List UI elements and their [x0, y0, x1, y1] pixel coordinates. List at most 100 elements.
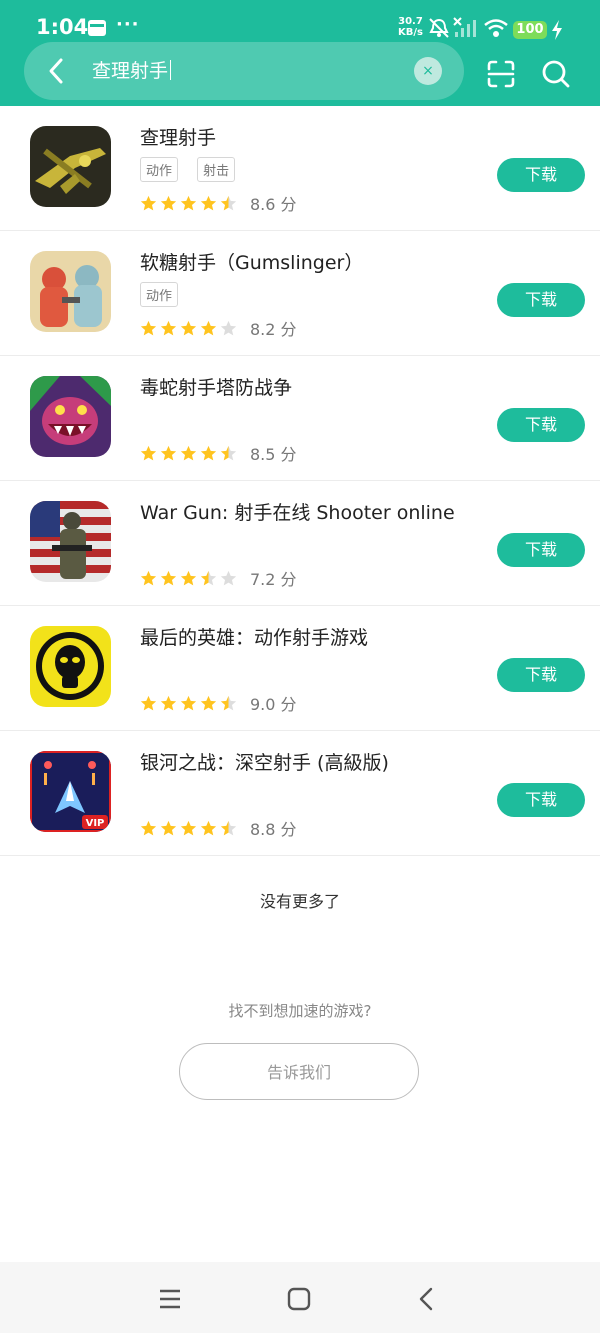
no-more-text: 没有更多了 [259, 892, 340, 911]
star-empty-icon [220, 570, 237, 586]
rating-score: 9.0 分 [250, 695, 297, 714]
search-query-text: 查理射手 [92, 60, 169, 82]
download-button[interactable]: 下载 [497, 283, 585, 317]
star-half-icon [200, 570, 217, 586]
mute-bell-icon [429, 18, 449, 38]
tell-us-button[interactable]: 告诉我们 [179, 1043, 419, 1100]
search-box[interactable] [24, 42, 464, 100]
star-half-icon [220, 195, 237, 211]
star-rating: 8.6 分 [140, 191, 297, 214]
star-full-icon [160, 445, 177, 461]
star-half-icon [220, 445, 237, 461]
tag: 动作 [140, 157, 179, 182]
result-row[interactable]: War Gun: 射手在线 Shooter online 7.2 分 下载 [0, 481, 600, 606]
star-full-icon [140, 820, 157, 836]
rating-score: 7.2 分 [250, 570, 297, 589]
battery-level: 100 [513, 21, 547, 39]
app-icon-last-hero [30, 626, 111, 707]
text-caret [170, 60, 172, 80]
home-icon[interactable] [286, 1286, 312, 1312]
star-full-icon [160, 570, 177, 586]
result-row[interactable]: 毒蛇射手塔防战争 8.5 分 下载 [0, 356, 600, 481]
app-icon-charlie-shooter [30, 126, 111, 207]
download-button[interactable]: 下载 [497, 658, 585, 692]
menu-icon[interactable] [157, 1286, 183, 1312]
star-rating: 8.8 分 [140, 816, 297, 839]
star-full-icon [160, 320, 177, 336]
status-time: 1:04 [36, 15, 89, 39]
star-full-icon [160, 195, 177, 211]
app-icon-viper-shooter [30, 376, 111, 457]
star-rating: 7.2 分 [140, 566, 297, 589]
download-button[interactable]: 下载 [497, 158, 585, 192]
app-name: 查理射手 [140, 127, 217, 149]
app-icon-galaxy-attack: VIP [30, 751, 111, 832]
signal-icon [453, 17, 476, 37]
clear-search-button[interactable]: × [414, 57, 442, 85]
search-icon[interactable] [541, 59, 571, 89]
result-row[interactable]: VIP 银河之战：深空射手 (高級版) 8.8 分 下载 [0, 731, 600, 856]
result-row[interactable]: 软糖射手（Gumslinger） 动作 8.2 分 下载 [0, 231, 600, 356]
star-empty-icon [220, 320, 237, 336]
tag: 射击 [197, 157, 236, 182]
status-bar: 1:04 ··· 30.7 KB/s 100 [0, 0, 600, 48]
speed-unit: KB/s [398, 27, 423, 38]
app-name: 最后的英雄：动作射手游戏 [140, 627, 369, 649]
scan-icon[interactable] [486, 59, 516, 89]
star-full-icon [180, 570, 197, 586]
search-input[interactable]: 查理射手 [92, 58, 172, 84]
star-full-icon [180, 195, 197, 211]
star-full-icon [180, 320, 197, 336]
top-bar: 1:04 ··· 30.7 KB/s 100 查理射手 × [0, 0, 600, 106]
app-icon-war-gun [30, 501, 111, 582]
charging-icon [552, 20, 562, 40]
app-icon-gumslinger [30, 251, 111, 332]
wifi-icon [484, 19, 508, 37]
rating-score: 8.5 分 [250, 445, 297, 464]
mail-icon [88, 20, 106, 36]
star-full-icon [140, 695, 157, 711]
star-full-icon [200, 695, 217, 711]
rating-score: 8.8 分 [250, 820, 297, 839]
star-full-icon [200, 195, 217, 211]
star-full-icon [140, 445, 157, 461]
network-speed: 30.7 KB/s [398, 16, 423, 38]
star-full-icon [200, 820, 217, 836]
speed-value: 30.7 [398, 16, 423, 27]
star-full-icon [200, 445, 217, 461]
not-found-text: 找不到想加速的游戏? [228, 1002, 372, 1020]
more-notifications: ··· [116, 14, 140, 35]
rating-score: 8.6 分 [250, 195, 297, 214]
app-name: 银河之战：深空射手 (高級版) [140, 752, 389, 774]
star-full-icon [140, 570, 157, 586]
star-full-icon [180, 445, 197, 461]
star-rating: 9.0 分 [140, 691, 297, 714]
back-arrow-icon[interactable] [42, 56, 72, 86]
star-full-icon [160, 695, 177, 711]
search-results-list: 查理射手 动作 射击 8.6 分 下载 软糖射手（Gumslinger） 动作 … [0, 106, 600, 856]
result-row[interactable]: 最后的英雄：动作射手游戏 9.0 分 下载 [0, 606, 600, 731]
star-full-icon [180, 695, 197, 711]
svg-text:VIP: VIP [86, 818, 105, 829]
app-name: 软糖射手（Gumslinger） [140, 252, 364, 274]
star-full-icon [200, 320, 217, 336]
tag-list: 动作 [140, 282, 192, 307]
download-button[interactable]: 下载 [497, 533, 585, 567]
star-full-icon [140, 320, 157, 336]
back-icon[interactable] [414, 1286, 440, 1312]
star-full-icon [140, 195, 157, 211]
rating-score: 8.2 分 [250, 320, 297, 339]
star-rating: 8.2 分 [140, 316, 297, 339]
star-rating: 8.5 分 [140, 441, 297, 464]
download-button[interactable]: 下载 [497, 408, 585, 442]
result-row[interactable]: 查理射手 动作 射击 8.6 分 下载 [0, 106, 600, 231]
star-half-icon [220, 695, 237, 711]
tag-list: 动作 射击 [140, 157, 249, 182]
app-name: 毒蛇射手塔防战争 [140, 377, 293, 399]
app-name: War Gun: 射手在线 Shooter online [140, 502, 455, 524]
download-button[interactable]: 下载 [497, 783, 585, 817]
system-nav-bar [0, 1262, 600, 1333]
star-full-icon [160, 820, 177, 836]
star-full-icon [180, 820, 197, 836]
tag: 动作 [140, 282, 179, 307]
